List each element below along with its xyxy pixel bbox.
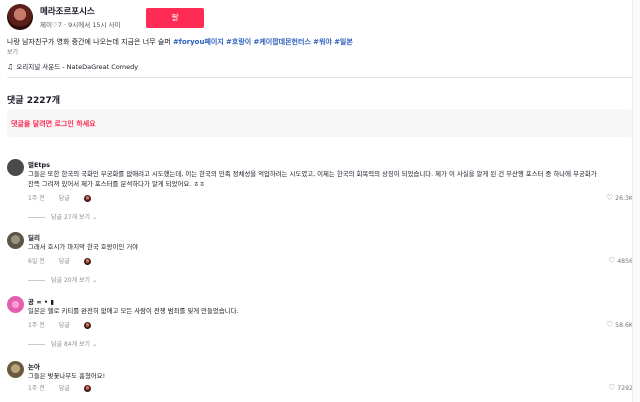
reply-button[interactable]: 답글 <box>59 322 70 329</box>
chevron-down-icon: ⌄ <box>92 341 98 348</box>
hashtag-link[interactable]: #케이팝데몬헌터스 <box>253 38 310 46</box>
commenter-avatar[interactable] <box>7 159 24 176</box>
creator-liked-avatar <box>83 195 91 202</box>
reply-button[interactable]: 답글 <box>59 385 70 392</box>
view-replies-button[interactable]: 답글 27개 보기 ⌄ <box>28 212 97 221</box>
login-prompt-box[interactable]: 댓글을 달려면 로그인 하세요 <box>7 109 633 137</box>
divider <box>28 344 45 345</box>
music-note-icon: ♫ <box>7 63 14 71</box>
like-button[interactable]: ♡ 7292 <box>608 383 633 392</box>
comment-text: 일본은 헬로 키티를 완전히 없애고 모든 사람이 전쟁 범죄를 잊게 만들었습… <box>28 307 239 315</box>
divider <box>28 280 45 281</box>
creator-liked-avatar <box>83 322 91 329</box>
heart-icon: ♡ <box>605 193 614 202</box>
comment-meta: 1주 전 답글 <box>28 383 105 392</box>
comment-text: 그래서 호시가 마지막 한국 호랑이인 거야 <box>28 243 139 251</box>
chevron-down-icon: ⌄ <box>92 214 98 221</box>
chevron-down-icon: ⌄ <box>92 277 98 284</box>
commenter-avatar[interactable] <box>7 361 24 378</box>
sound-link[interactable]: ♫ 오리지널 사운드 - NateDaGreat Comedy <box>7 61 138 71</box>
comment-meta: 1주 전 답글 <box>28 193 105 202</box>
comment-meta: 6일 전 답글 <box>28 256 105 265</box>
comment-time: 1주 전 <box>28 322 45 329</box>
author-name[interactable]: 메라조르포시스 <box>40 5 95 17</box>
view-replies-button[interactable]: 답글 84개 보기 ⌄ <box>28 339 97 348</box>
comment-meta: 1주 전 답글 <box>28 320 105 329</box>
comment-time: 1주 전 <box>28 385 45 392</box>
comments-count: 댓글 2227개 <box>7 96 61 106</box>
hashtag-link[interactable]: #일본 <box>334 38 353 46</box>
author-subtitle: 제이♡7 · 9시에서 15시 사이 <box>40 21 121 29</box>
view-replies-button[interactable]: 답글 20개 보기 ⌄ <box>28 275 97 284</box>
like-count: 26.3K <box>615 195 633 202</box>
commenter-name[interactable]: 논아 <box>28 361 40 371</box>
author-avatar[interactable] <box>7 4 33 30</box>
like-button[interactable]: ♡ 4856 <box>608 256 633 265</box>
like-button[interactable]: ♡ 58.6K <box>606 320 633 329</box>
author-header: 메라조르포시스 제이♡7 · 9시에서 15시 사이 팔 <box>7 4 567 30</box>
login-prompt-text[interactable]: 댓글을 달려면 로그인 하세요 <box>11 119 96 129</box>
divider <box>7 77 633 78</box>
comment-time: 1주 전 <box>28 195 45 202</box>
commenter-avatar[interactable] <box>7 296 24 313</box>
like-count: 7292 <box>617 385 633 392</box>
like-button[interactable]: ♡ 26.3K <box>606 193 633 202</box>
comment-text: 그들은 또한 한국의 국화인 무궁화를 없애려고 시도했는데, 이는 한국의 민… <box>28 170 597 188</box>
heart-icon: ♡ <box>605 320 614 329</box>
commenter-name[interactable]: 공 ∞ • ▮ <box>28 296 54 306</box>
reply-button[interactable]: 답글 <box>59 195 70 202</box>
comment-text: 그들은 벚꽃나무도 훔쳤어요! <box>28 372 106 380</box>
heart-icon: ♡ <box>608 383 616 392</box>
like-count: 58.6K <box>615 322 633 329</box>
scrollbar[interactable] <box>632 0 640 402</box>
hashtag-link[interactable]: #foryou페이지 <box>173 38 224 46</box>
hashtag-link[interactable]: #호랑이 <box>226 38 251 46</box>
view-replies-label: 답글 84개 보기 <box>51 341 91 348</box>
divider <box>28 217 45 218</box>
follow-button[interactable]: 팔 <box>146 8 204 28</box>
view-replies-label: 답글 27개 보기 <box>51 214 91 221</box>
commenter-name[interactable]: 멀Etps <box>28 159 50 169</box>
video-caption: 나랑 남자친구가 영화 중간에 나오는데 지금은 너무 슬퍼 #foryou페이… <box>7 37 627 47</box>
commenter-avatar[interactable] <box>7 232 24 249</box>
hashtag-link[interactable]: #워야 <box>313 38 332 46</box>
heart-icon: ♡ <box>608 256 616 265</box>
caption-text: 나랑 남자친구가 영화 중간에 나오는데 지금은 너무 슬퍼 <box>7 38 171 46</box>
view-replies-label: 답글 20개 보기 <box>51 277 91 284</box>
like-count: 4856 <box>617 258 633 265</box>
reply-button[interactable]: 답글 <box>59 258 70 265</box>
sound-label: 오리지널 사운드 - NateDaGreat Comedy <box>16 63 139 71</box>
creator-liked-avatar <box>83 258 91 265</box>
more-link[interactable]: 보기 <box>7 47 18 56</box>
creator-liked-avatar <box>83 385 91 392</box>
comment-time: 6일 전 <box>28 258 45 265</box>
commenter-name[interactable]: 딜리 <box>28 232 40 242</box>
